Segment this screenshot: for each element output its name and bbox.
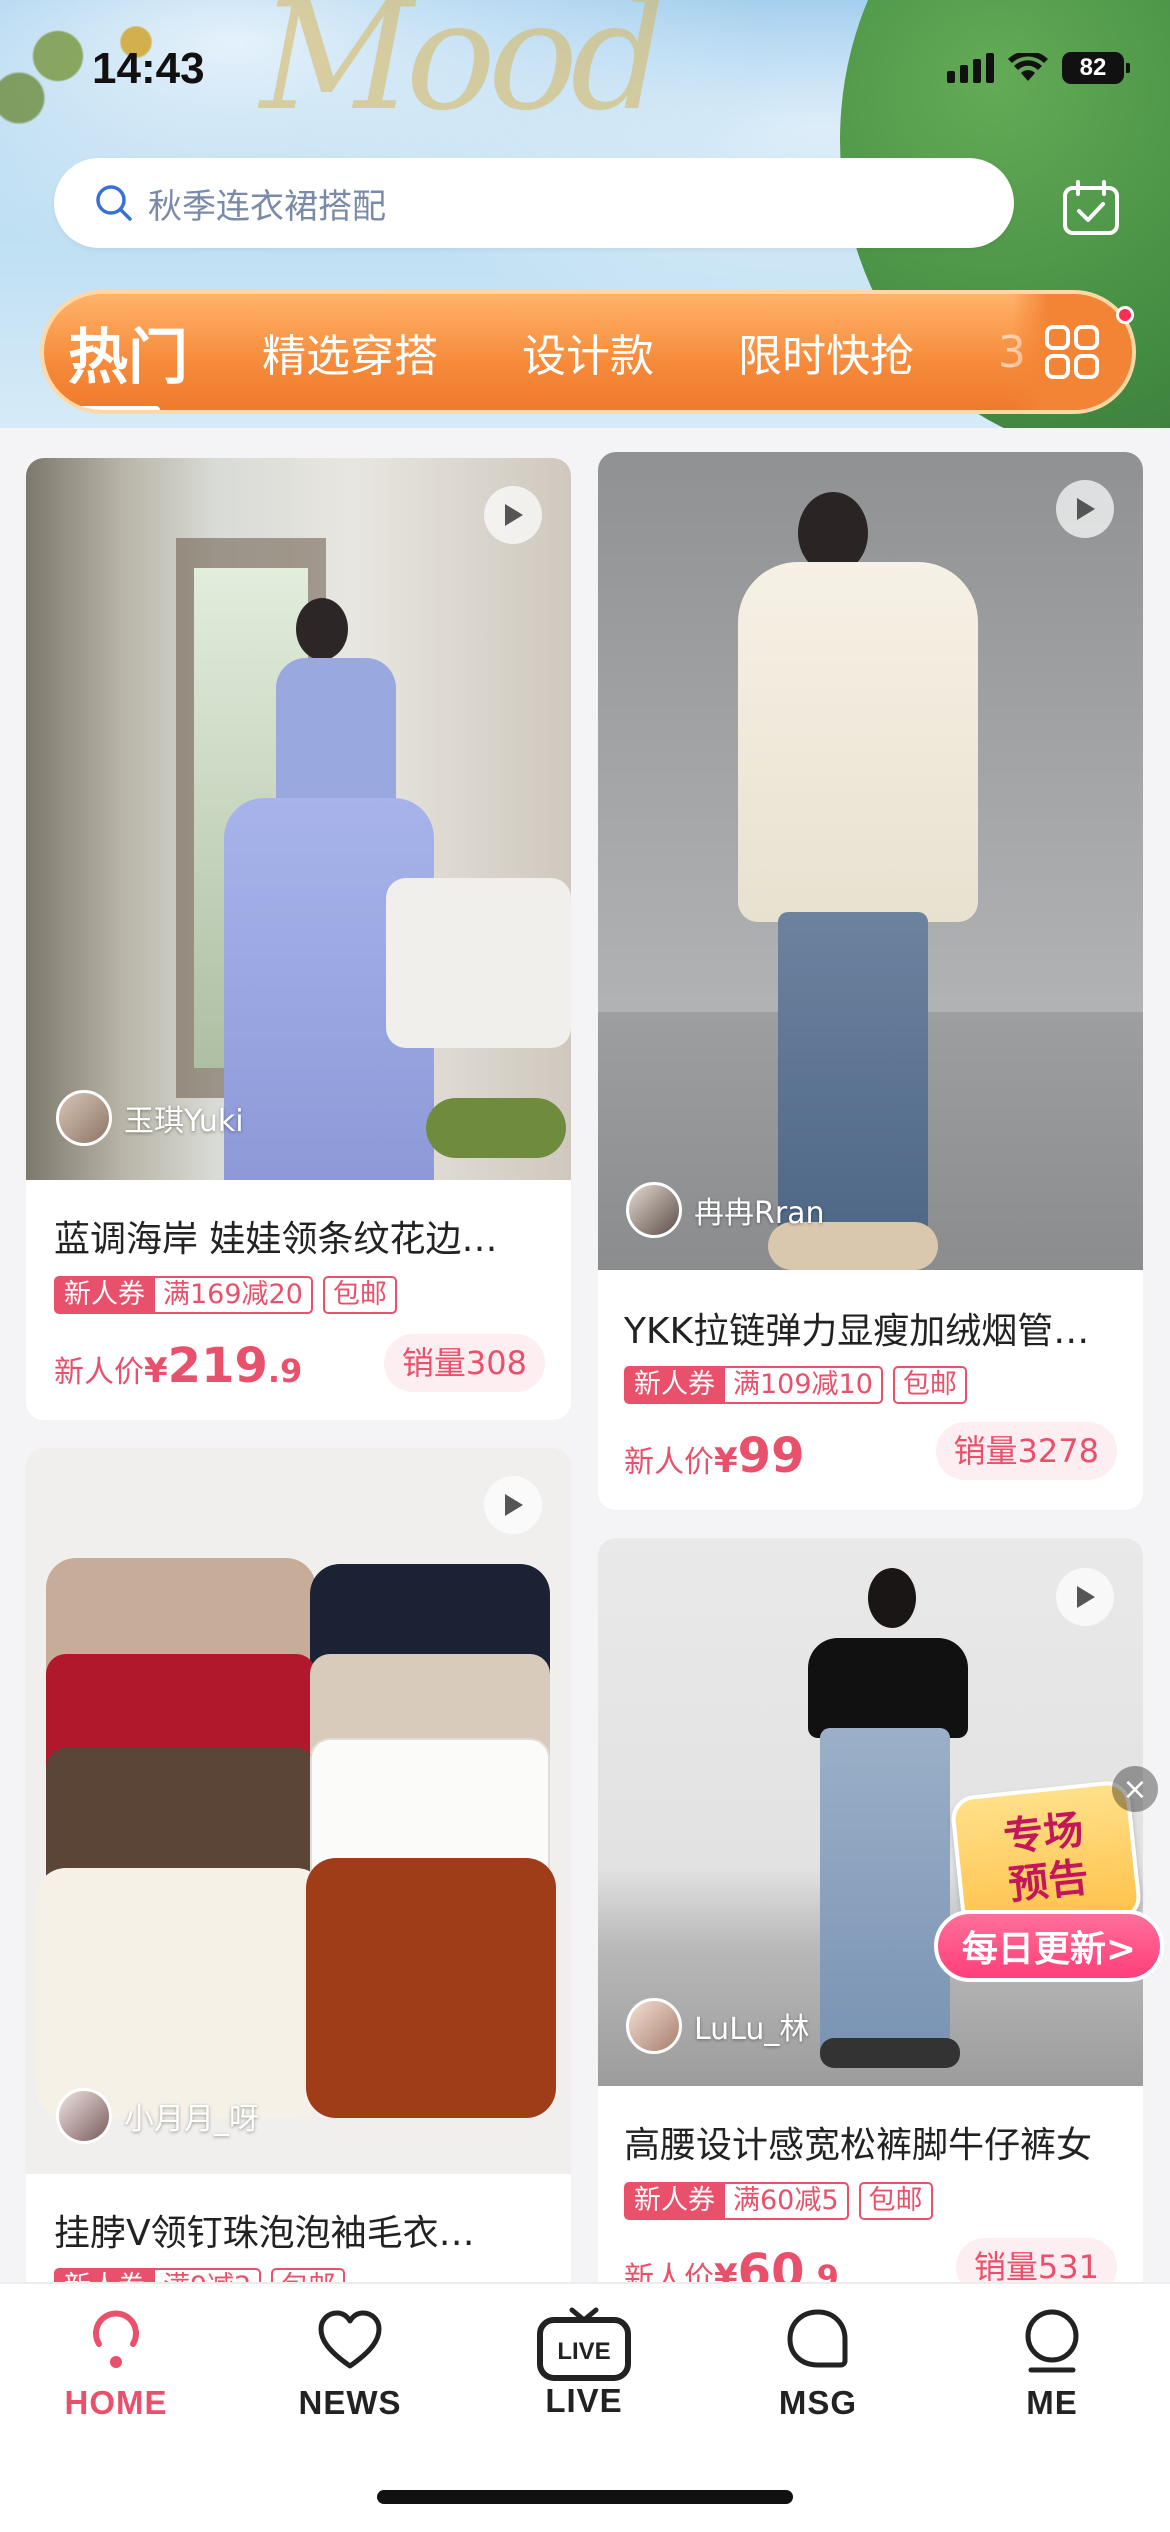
battery-icon: 82	[1062, 52, 1130, 84]
sales-count: 销量3278	[935, 1422, 1117, 1480]
cellular-signal-icon	[947, 53, 994, 83]
floating-promo[interactable]: 专场 预告 每日更新> ×	[926, 1760, 1170, 2000]
author-name: LuLu_林	[694, 2012, 810, 2047]
product-title: 高腰设计感宽松裤脚牛仔裤女	[624, 2125, 1093, 2166]
chat-bubble-icon	[787, 2309, 848, 2368]
avatar	[626, 1998, 682, 2054]
play-video-button[interactable]	[1056, 1568, 1114, 1626]
tab-flash-sale[interactable]: 限时快抢	[738, 320, 914, 384]
price-label: 新人价	[624, 1445, 714, 1480]
sales-count: 销量308	[383, 1334, 545, 1392]
person-icon	[1025, 2309, 1079, 2373]
play-icon	[1077, 498, 1095, 520]
price-decimal: .9	[267, 1352, 303, 1390]
nav-me-label: ME	[1026, 2384, 1078, 2421]
home-indicator[interactable]	[377, 2490, 793, 2504]
discount-tag: 满169减20	[153, 1276, 313, 1314]
tab-selected-outfits[interactable]: 精选穿搭	[262, 320, 438, 384]
author-name: 冉冉Rran	[694, 1196, 825, 1231]
author-info[interactable]: 玉琪Yuki	[56, 1090, 244, 1146]
tab-hot[interactable]: 热门	[68, 309, 188, 410]
nav-msg-label: MSG	[778, 2384, 858, 2421]
avatar	[56, 2088, 112, 2144]
free-shipping-tag: 包邮	[858, 2182, 933, 2220]
banner-script-decoration: Mood	[260, 0, 666, 144]
status-icons: 82	[947, 52, 1130, 84]
author-name: 玉琪Yuki	[124, 1104, 244, 1139]
play-icon	[505, 504, 523, 526]
product-photo: 冉冉Rran	[598, 452, 1143, 1270]
price-integer: 99	[737, 1428, 805, 1484]
all-categories-button[interactable]	[1012, 294, 1132, 410]
status-time: 14:43	[92, 44, 205, 93]
author-info[interactable]: LuLu_林	[626, 1998, 809, 2054]
product-title: YKK拉链弹力显瘦加绒烟管…	[624, 1311, 1090, 1352]
product-photo: 玉琪Yuki	[26, 458, 571, 1180]
free-shipping-tag: 包邮	[322, 1276, 397, 1314]
daily-update-button[interactable]: 每日更新>	[934, 1910, 1164, 1982]
new-user-coupon-tag: 新人券	[624, 1366, 723, 1404]
discount-tag: 满109减10	[723, 1366, 883, 1404]
nav-news[interactable]: NEWS	[260, 2306, 440, 2422]
price-label: 新人价	[54, 1355, 144, 1390]
avatar	[626, 1182, 682, 1238]
heart-icon	[318, 2310, 382, 2369]
discount-tag: 满60减5	[723, 2182, 849, 2220]
play-video-button[interactable]	[484, 486, 542, 544]
header-banner: Mood 14:43 82 秋季连衣裙搭配 热门 精选穿搭 设计款 限时快抢 3	[0, 0, 1170, 428]
live-tv-icon: LIVE	[537, 2307, 631, 2381]
product-title: 蓝调海岸 娃娃领条纹花边…	[54, 1219, 498, 1260]
tab-design[interactable]: 设计款	[522, 320, 654, 384]
new-user-coupon-tag: 新人券	[54, 1276, 153, 1314]
search-bar[interactable]: 秋季连衣裙搭配	[54, 158, 1014, 248]
new-user-coupon-tag: 新人券	[624, 2182, 723, 2220]
search-placeholder: 秋季连衣裙搭配	[148, 186, 386, 227]
price-integer: 219	[167, 1338, 268, 1394]
currency-symbol: ¥	[144, 1351, 168, 1391]
product-title: 挂脖V领钉珠泡泡袖毛衣…	[54, 2213, 475, 2254]
promo-tags: 新人券 满169减20 包邮	[54, 1276, 397, 1314]
promo-line-1: 专场	[1001, 1807, 1086, 1862]
nav-home-label: HOME	[64, 2384, 168, 2421]
play-video-button[interactable]	[484, 1476, 542, 1534]
search-icon	[96, 185, 132, 221]
free-shipping-tag: 包邮	[892, 1366, 967, 1404]
product-card[interactable]: 小月月_呀 挂脖V领钉珠泡泡袖毛衣… 新人券 满9减2 包邮	[26, 1448, 571, 2348]
home-icon	[93, 2310, 139, 2368]
calendar-checkin-icon[interactable]	[1062, 180, 1120, 236]
promo-tags: 新人券 满60减5 包邮	[624, 2182, 933, 2220]
play-video-button[interactable]	[1056, 480, 1114, 538]
nav-me[interactable]: ME	[962, 2306, 1142, 2422]
nav-msg[interactable]: MSG	[728, 2306, 908, 2422]
author-name: 小月月_呀	[124, 2102, 259, 2137]
nav-news-label: NEWS	[298, 2384, 402, 2421]
play-icon	[505, 1494, 523, 1516]
svg-text:LIVE: LIVE	[557, 2338, 610, 2365]
promo-line-2: 预告	[1006, 1854, 1091, 1909]
notification-dot	[1116, 306, 1134, 324]
nav-live[interactable]: LIVE LIVE	[494, 2306, 674, 2420]
play-icon	[1077, 1586, 1095, 1608]
avatar	[56, 1090, 112, 1146]
grid-icon	[1045, 325, 1099, 379]
nav-live-label: LIVE	[545, 2382, 623, 2419]
author-info[interactable]: 冉冉Rran	[626, 1182, 825, 1238]
author-info[interactable]: 小月月_呀	[56, 2088, 259, 2144]
currency-symbol: ¥	[714, 1441, 738, 1481]
nav-home[interactable]: HOME	[26, 2306, 206, 2422]
promo-tags: 新人券 满109减10 包邮	[624, 1366, 967, 1404]
product-photo: 小月月_呀	[26, 1448, 571, 2174]
price: 新人价 ¥ 99	[624, 1428, 804, 1484]
price: 新人价 ¥ 219 .9	[54, 1338, 302, 1394]
wifi-icon	[1008, 53, 1048, 81]
product-card[interactable]: 冉冉Rran YKK拉链弹力显瘦加绒烟管… 新人券 满109减10 包邮 新人价…	[598, 452, 1143, 1510]
product-card[interactable]: 玉琪Yuki 蓝调海岸 娃娃领条纹花边… 新人券 满169减20 包邮 新人价 …	[26, 458, 571, 1420]
close-icon[interactable]: ×	[1112, 1766, 1158, 1812]
category-tab-bar: 热门 精选穿搭 设计款 限时快抢 3	[40, 290, 1136, 414]
